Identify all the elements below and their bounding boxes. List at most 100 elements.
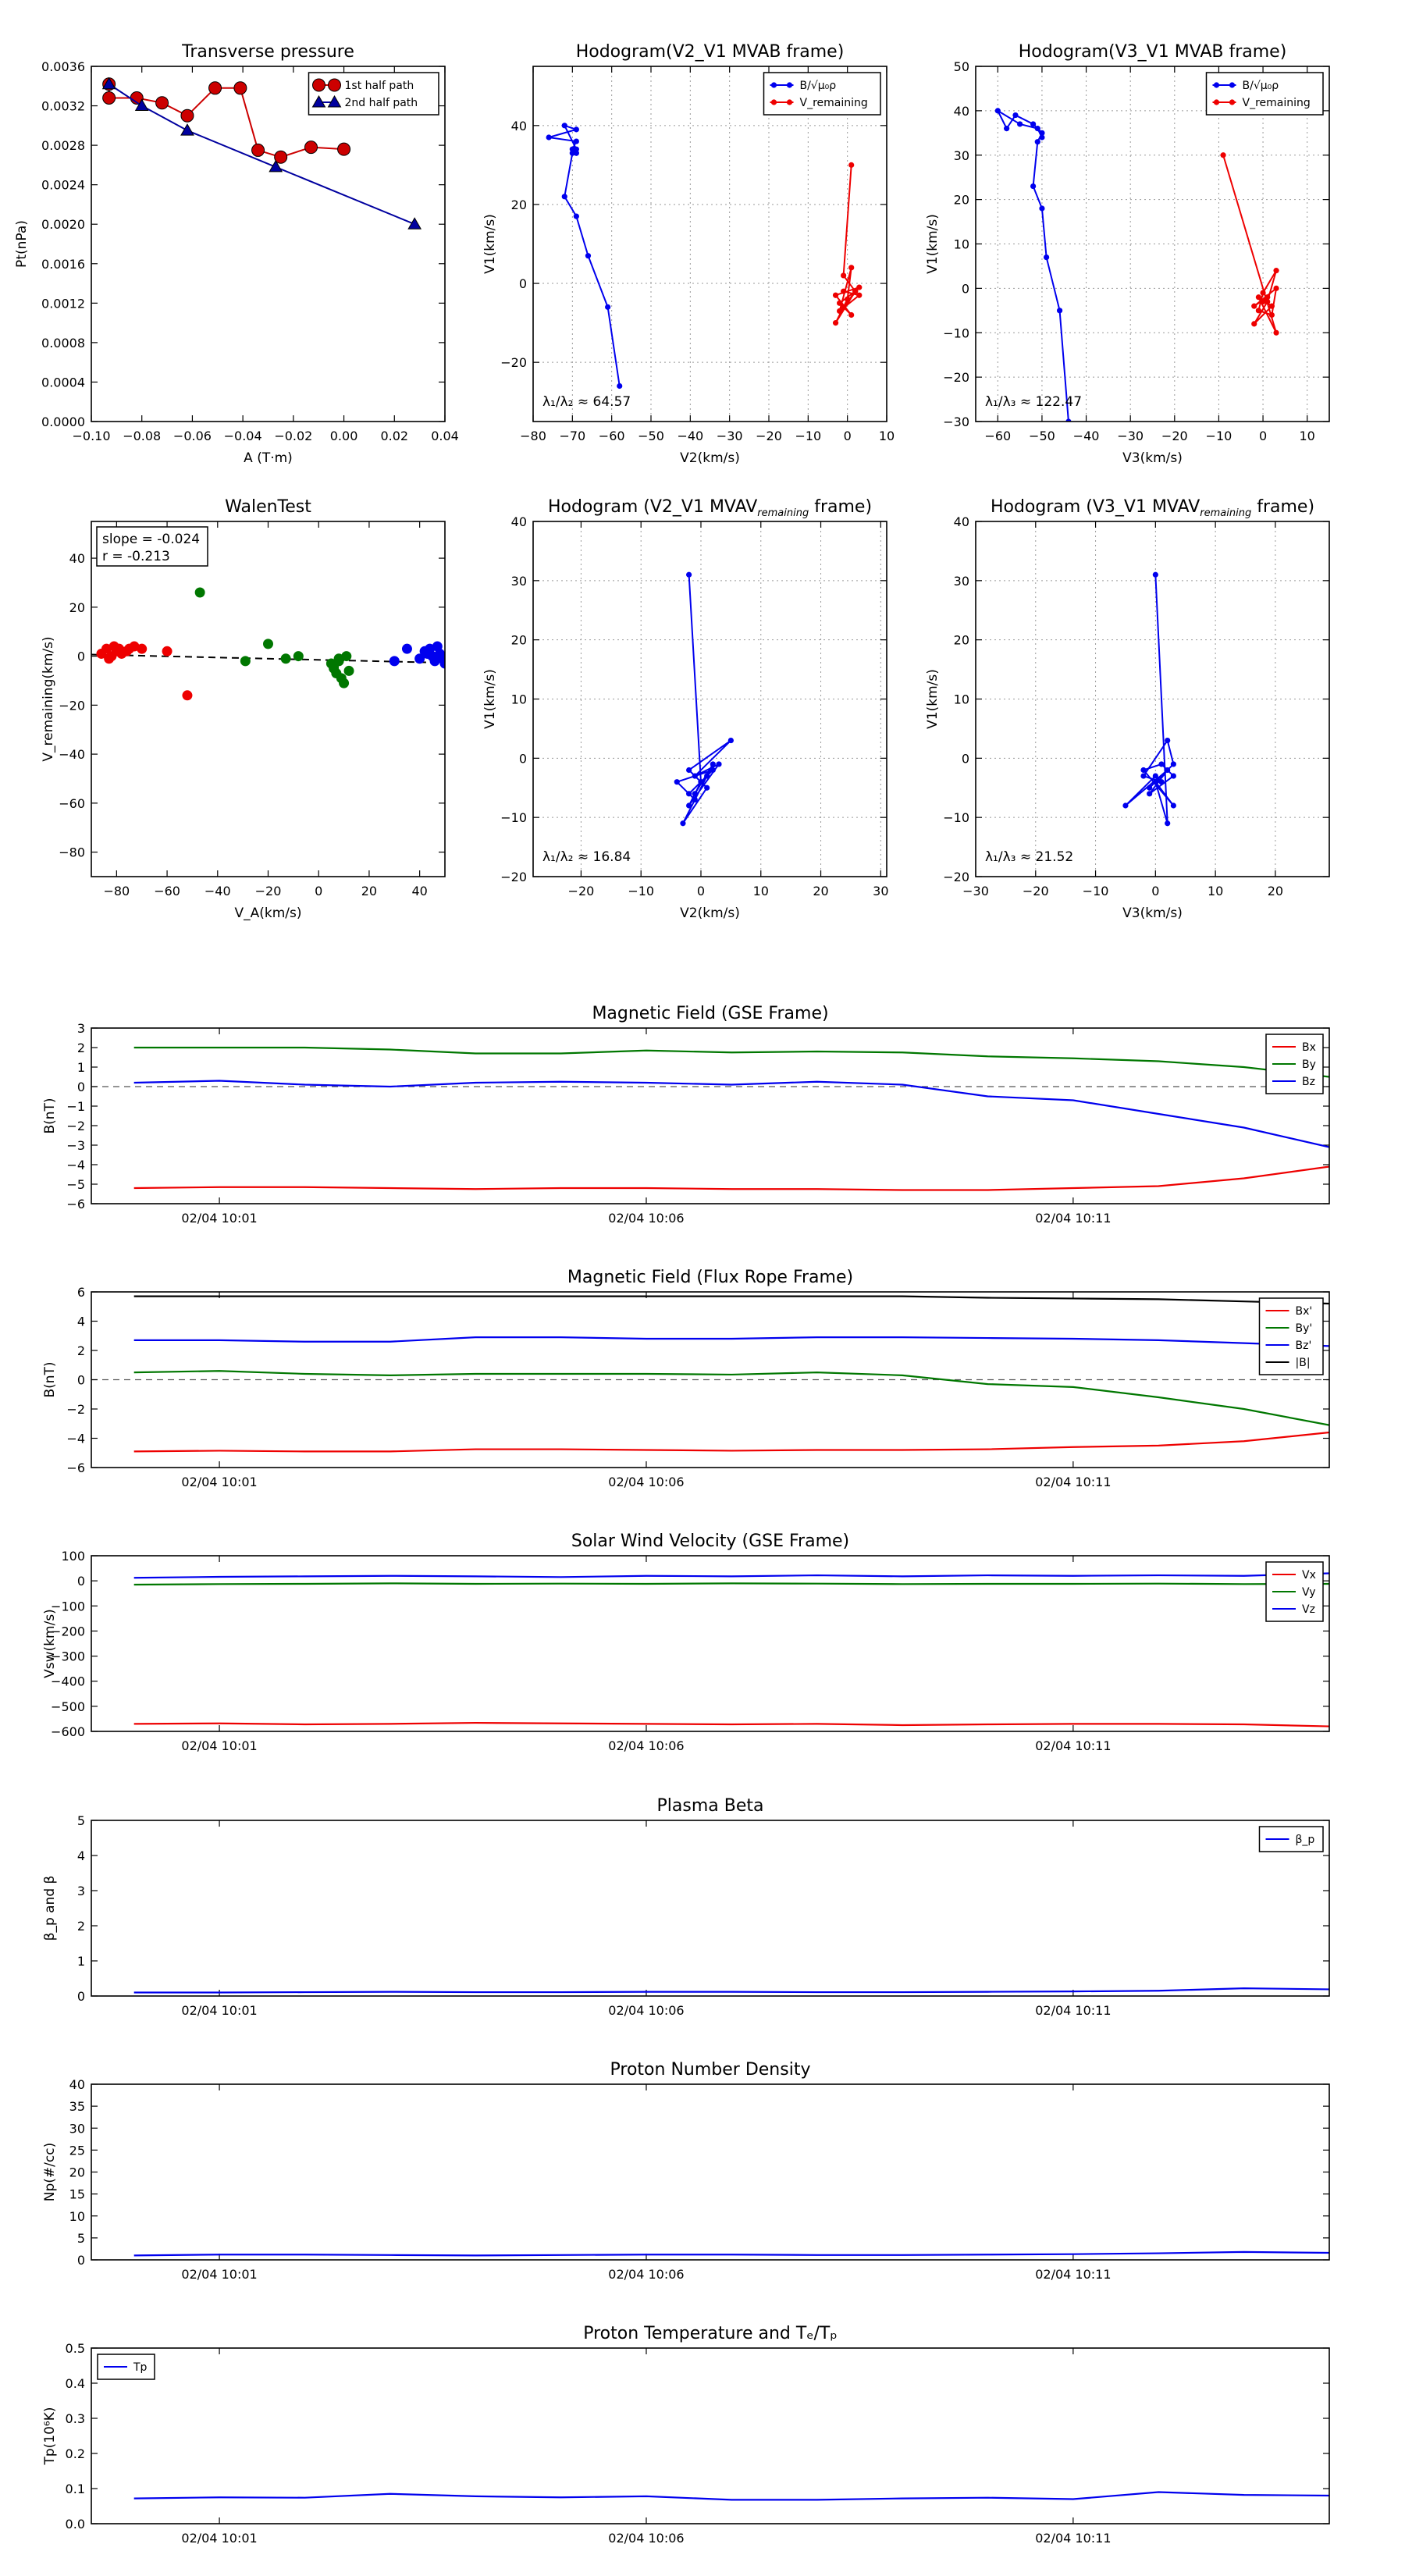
title-subscript: remaining [757, 507, 809, 519]
data-point [1004, 126, 1010, 132]
data-point [1147, 791, 1153, 797]
y-tick-label: 2 [77, 1919, 85, 1934]
magnetic-field-flux-rope-legend: Bx' By' Bz' |B| [1258, 1297, 1324, 1375]
y-tick-label: 0 [77, 649, 85, 664]
data-point [561, 123, 567, 129]
magnetic-field-flux-rope-title: Magnetic Field (Flux Rope Frame) [567, 1268, 853, 1287]
x-tick-label: −40 [677, 429, 703, 443]
y-tick-label: 20 [954, 633, 969, 648]
solar-wind-velocity-plot-frame [91, 1555, 1330, 1732]
y-tick-label: 0.0024 [41, 178, 85, 193]
data-point [692, 773, 698, 779]
y-tick-label: −20 [943, 370, 969, 385]
legend-marker [1213, 99, 1220, 105]
data-point [194, 587, 205, 598]
data-point [182, 690, 193, 701]
data-point [1255, 308, 1261, 314]
x-tick-label: −10 [795, 429, 821, 443]
x-tick-label: 20 [813, 884, 828, 898]
legend-marker [1213, 82, 1220, 88]
y-tick-label: −2 [66, 1119, 85, 1133]
x-tick-label: −60 [599, 429, 625, 443]
data-point [263, 639, 273, 649]
y-tick-label: 20 [69, 600, 85, 615]
title-main: Hodogram (V2_V1 MVAV [548, 497, 757, 517]
data-point [1147, 785, 1153, 791]
data-point [1251, 321, 1257, 327]
x-tick-label: 0.02 [380, 429, 408, 443]
data-point [848, 265, 855, 271]
hodogram-v3-v1-mvav-chart: Hodogram (V3_V1 MVAVremaining frame)−30−… [925, 497, 1330, 921]
legend-label: By [1302, 1059, 1316, 1071]
y-tick-label: 2 [77, 1041, 85, 1055]
hodogram-v3-v1-mvab-y-axis-label: V1(km/s) [925, 214, 941, 274]
y-tick-label: 10 [69, 2209, 85, 2224]
y-tick-label: −4 [66, 1158, 85, 1172]
magnetic-field-flux-rope-chart: Magnetic Field (Flux Rope Frame) 02/04 10… [42, 1268, 1330, 1489]
hodogram-v3-v1-mvab-legend: B/√μ₀ρ V_remaining [1205, 72, 1324, 116]
x-tick-label: 40 [411, 884, 427, 898]
hodogram-v2-v1-mvab-chart: Hodogram(V2_V1 MVAB frame) −80 −70 −60 −50 −4… [482, 42, 895, 466]
y-tick-label: 4 [77, 1315, 85, 1329]
legend-label: Bz' [1296, 1340, 1312, 1352]
series-line-1 [133, 1370, 1329, 1426]
y-tick-label: 6 [77, 1285, 85, 1300]
legend-label: Bx' [1296, 1305, 1313, 1318]
data-point [1158, 761, 1165, 767]
data-point [1165, 737, 1171, 744]
data-point [710, 767, 716, 774]
x-tick-label: −20 [255, 884, 282, 898]
y-tick-label: 30 [511, 574, 527, 589]
x-tick-label: 0 [315, 884, 322, 898]
magnetic-field-flux-rope-data-area [133, 1295, 1329, 1453]
y-tick-label: −2 [66, 1402, 85, 1417]
y-tick-label: −6 [66, 1461, 85, 1475]
data-point [1255, 294, 1261, 301]
data-point [293, 651, 304, 662]
y-tick-label: 0 [77, 1373, 85, 1388]
data-point [1268, 303, 1275, 309]
x-tick-label: −0.02 [274, 429, 312, 443]
plasma-beta-legend: β_p [1258, 1826, 1324, 1852]
series-line-0 [676, 575, 732, 824]
data-point [155, 96, 169, 110]
x-tick-label: 02/04 10:06 [608, 2267, 684, 2282]
data-point [716, 761, 722, 767]
legend-marker [786, 99, 793, 105]
y-tick-label: 20 [954, 193, 969, 208]
data-point [1122, 802, 1129, 809]
series-line-0 [997, 109, 1069, 422]
series-line-0 [133, 2250, 1329, 2257]
magnetic-field-gse-y-axis-label: B(nT) [42, 1098, 58, 1133]
data-point [389, 656, 400, 667]
data-point [1220, 152, 1226, 158]
x-tick-label: 10 [879, 429, 895, 443]
x-tick-label: −0.10 [72, 429, 110, 443]
x-tick-label: 0 [697, 884, 705, 898]
data-point [1165, 820, 1171, 827]
data-point [1170, 773, 1176, 779]
title-end: frame) [1251, 497, 1314, 517]
hodogram-v3-v1-mvav-title: Hodogram (V3_V1 MVAVremaining frame) [991, 497, 1314, 519]
x-tick-label: 20 [1268, 884, 1283, 898]
transverse-pressure-chart: Transverse pressure −0.10 −0.08 −0.06 −0.04−… [14, 42, 459, 466]
data-point [674, 779, 680, 785]
y-tick-label: 25 [69, 2143, 85, 2158]
title-subscript: remaining [1200, 507, 1251, 519]
magnetic-field-flux-rope-y-axis-label: B(nT) [42, 1361, 58, 1397]
series-line-0 [133, 1431, 1329, 1453]
series-line-2 [133, 1572, 1329, 1579]
solar-wind-velocity-y-axis-label: Vsw(km/s) [42, 1609, 58, 1678]
y-tick-label: −20 [500, 355, 527, 370]
y-tick-label: 0.0008 [41, 336, 85, 350]
legend-box [1258, 1297, 1324, 1375]
y-tick-label: 0.4 [66, 2376, 85, 2391]
legend-label: Vz [1302, 1603, 1315, 1616]
y-tick-label: 40 [511, 514, 527, 529]
y-tick-label: −60 [59, 796, 85, 811]
data-point [704, 785, 710, 791]
solar-wind-velocity-title: Solar Wind Velocity (GSE Frame) [571, 1532, 849, 1551]
series-line-1 [133, 1582, 1329, 1586]
data-point [343, 665, 354, 676]
y-tick-label: 35 [69, 2099, 85, 2114]
